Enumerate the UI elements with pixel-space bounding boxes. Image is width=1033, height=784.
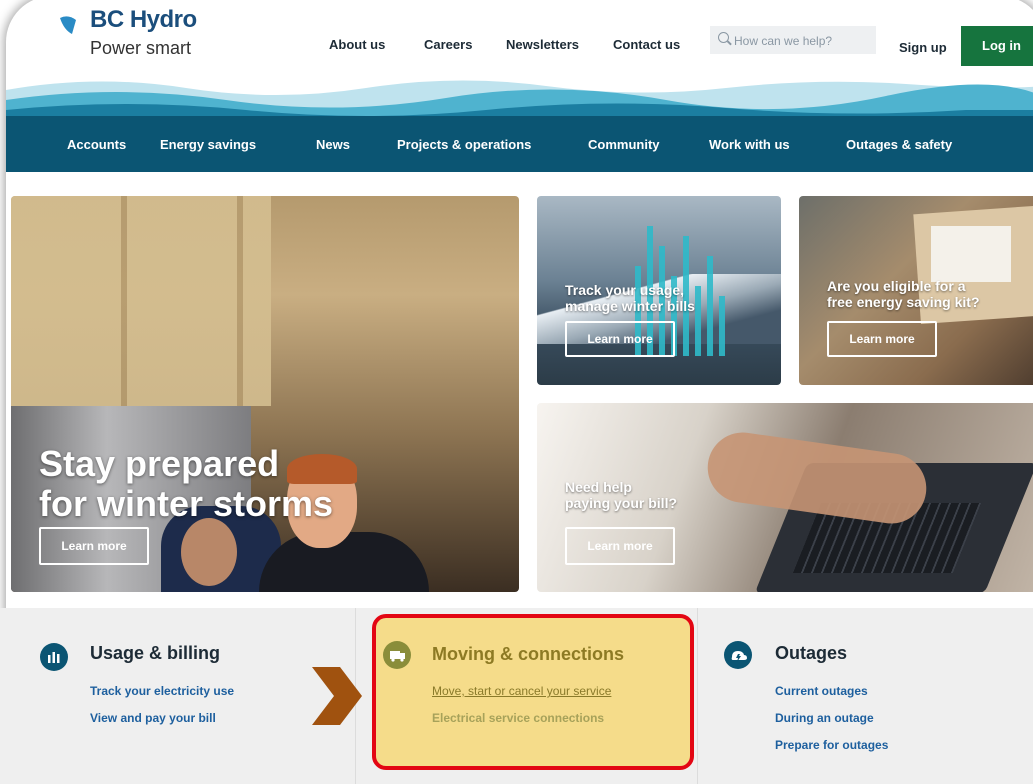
kitchen-cabinets-image xyxy=(11,196,271,406)
track-usage-link[interactable]: Track your electricity use xyxy=(90,684,234,698)
electrical-connections-link[interactable]: Electrical service connections xyxy=(432,711,604,725)
person-image xyxy=(181,518,237,586)
top-link-contact[interactable]: Contact us xyxy=(613,37,680,52)
hero-main-tile[interactable]: Stay prepared for winter storms Learn mo… xyxy=(11,196,519,592)
kit-tile-title: Are you eligible for a free energy savin… xyxy=(827,278,980,310)
search-placeholder: How can we help? xyxy=(734,34,833,48)
login-button[interactable]: Log in xyxy=(961,26,1033,66)
chevron-right-icon xyxy=(312,667,362,725)
usage-learn-more-button[interactable]: Learn more xyxy=(565,321,675,357)
top-link-careers[interactable]: Careers xyxy=(424,37,472,52)
logo-subtitle: Power smart xyxy=(90,38,192,58)
kit-tile[interactable]: Are you eligible for a free energy savin… xyxy=(799,196,1033,385)
usage-tile-title: Track your usage, manage winter bills xyxy=(565,282,695,314)
kit-box-image xyxy=(931,226,1011,282)
nav-item-community[interactable]: Community xyxy=(588,137,660,152)
moving-connections-title[interactable]: Moving & connections xyxy=(432,644,624,665)
bill-tile-title: Need help paying your bill? xyxy=(565,479,678,511)
person-image xyxy=(259,532,429,592)
outage-cloud-icon xyxy=(724,641,752,669)
nav-item-energy-savings[interactable]: Energy savings xyxy=(160,137,256,152)
bill-tile[interactable]: Need help paying your bill? Learn more xyxy=(537,403,1033,592)
nav-item-work-with-us[interactable]: Work with us xyxy=(709,137,790,152)
nav-item-accounts[interactable]: Accounts xyxy=(67,137,126,152)
search-input[interactable]: How can we help? xyxy=(710,26,876,54)
signup-link[interactable]: Sign up xyxy=(899,40,947,55)
prepare-outages-link[interactable]: Prepare for outages xyxy=(775,738,888,752)
nav-item-projects[interactable]: Projects & operations xyxy=(397,137,531,152)
top-link-about[interactable]: About us xyxy=(329,37,385,52)
move-start-cancel-link[interactable]: Move, start or cancel your service xyxy=(432,684,611,698)
usage-tile[interactable]: Track your usage, manage winter bills Le… xyxy=(537,196,781,385)
during-outage-link[interactable]: During an outage xyxy=(775,711,874,725)
top-link-newsletters[interactable]: Newsletters xyxy=(506,37,579,52)
column-divider xyxy=(697,608,698,784)
outages-title[interactable]: Outages xyxy=(775,643,847,664)
search-icon xyxy=(718,32,729,43)
view-pay-bill-link[interactable]: View and pay your bill xyxy=(90,711,216,725)
main-nav: Accounts Energy savings News Projects & … xyxy=(6,116,1033,172)
hero-title: Stay prepared for winter storms xyxy=(39,443,334,524)
logo-wave-icon xyxy=(60,16,76,34)
current-outages-link[interactable]: Current outages xyxy=(775,684,868,698)
bill-learn-more-button[interactable]: Learn more xyxy=(565,527,675,565)
bar-chart-icon xyxy=(40,643,68,671)
hands-image xyxy=(703,428,931,528)
nav-item-news[interactable]: News xyxy=(316,137,350,152)
usage-billing-title[interactable]: Usage & billing xyxy=(90,643,220,664)
moving-truck-icon xyxy=(383,641,411,669)
hero-learn-more-button[interactable]: Learn more xyxy=(39,527,149,565)
logo-title[interactable]: BC Hydro xyxy=(90,6,197,34)
nav-item-outages-safety[interactable]: Outages & safety xyxy=(846,137,952,152)
kit-learn-more-button[interactable]: Learn more xyxy=(827,321,937,357)
